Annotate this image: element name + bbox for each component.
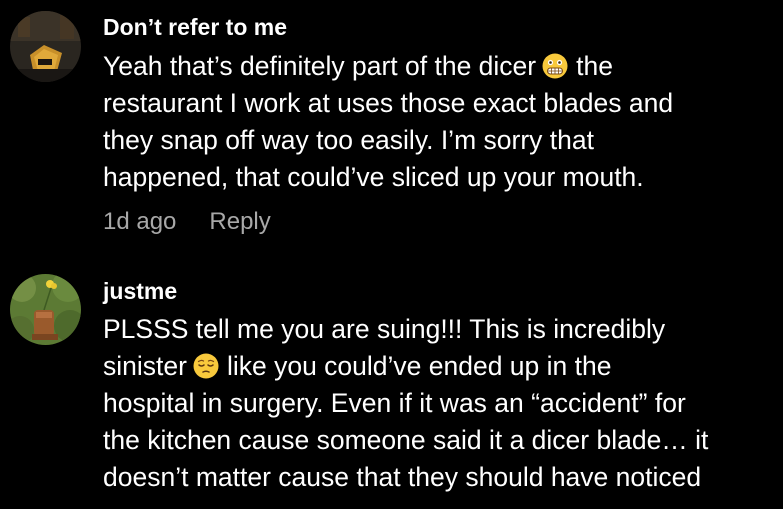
comment-username[interactable]: justme: [103, 278, 177, 305]
comment-line: restaurant I work at uses those exact bl…: [103, 88, 674, 118]
comment-meta: 1d ago Reply: [103, 208, 271, 236]
avatar[interactable]: [10, 11, 81, 82]
comment-line: sinister like you could’ve ended up in t…: [103, 348, 775, 385]
grimace-emoji: [542, 53, 568, 79]
comment-text: PLSSS tell me you are suing!!! This is i…: [103, 311, 775, 496]
avatar[interactable]: [10, 274, 81, 345]
comment-item: justme PLSSS tell me you are suing!!! Th…: [0, 262, 783, 509]
comment-item: Don’t refer to me Yeah that’s definitely…: [0, 0, 783, 250]
comment-line-text: like you could’ve ended up in the: [226, 351, 612, 381]
comment-line-text: sinister: [103, 351, 187, 381]
comment-line: doesn’t matter cause that they should ha…: [103, 462, 702, 492]
reply-button[interactable]: Reply: [209, 208, 270, 235]
comment-username[interactable]: Don’t refer to me: [103, 14, 287, 41]
comment-line-text: the: [576, 51, 613, 81]
comment-line: Yeah that’s definitely part of the dicer…: [103, 48, 775, 85]
comment-line: hospital in surgery. Even if it was an “…: [103, 388, 686, 418]
comment-line-text: Yeah that’s definitely part of the dicer: [103, 51, 537, 81]
comment-text: Yeah that’s definitely part of the dicer…: [103, 48, 775, 196]
comment-line: they snap off way too easily. I’m sorry …: [103, 125, 594, 155]
comment-line: PLSSS tell me you are suing!!! This is i…: [103, 314, 666, 344]
comment-timestamp: 1d ago: [103, 208, 177, 235]
comment-line: the kitchen cause someone said it a dice…: [103, 425, 709, 455]
pensive-emoji: [193, 353, 219, 379]
comment-line: happened, that could’ve sliced up your m…: [103, 162, 644, 192]
